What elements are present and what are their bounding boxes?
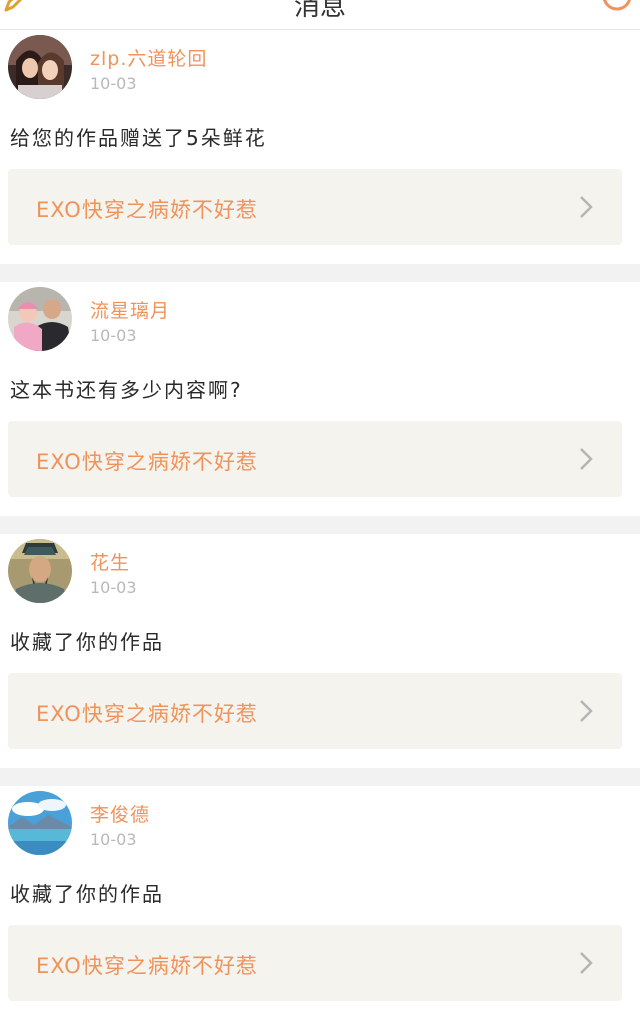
book-title: EXO快穿之病娇不好惹 xyxy=(36,702,258,726)
chevron-right-icon xyxy=(580,700,593,722)
page-title: 消息 xyxy=(293,0,346,22)
divider xyxy=(0,264,640,282)
book-link-card[interactable]: EXO快穿之病娇不好惹 xyxy=(8,169,622,245)
chevron-right-icon xyxy=(580,196,593,218)
message-text: 收藏了你的作品 xyxy=(10,882,164,906)
message-text: 这本书还有多少内容啊? xyxy=(10,378,243,402)
orange-circle-icon[interactable] xyxy=(602,0,632,14)
message-text: 收藏了你的作品 xyxy=(10,630,164,654)
timestamp: 10-03 xyxy=(90,326,137,345)
chevron-right-icon xyxy=(580,952,593,974)
message-text: 给您的作品赠送了5朵鲜花 xyxy=(10,126,267,150)
book-title: EXO快穿之病娇不好惹 xyxy=(36,450,258,474)
book-link-card[interactable]: EXO快穿之病娇不好惹 xyxy=(8,421,622,497)
message-item[interactable]: 流星璃月 10-03 这本书还有多少内容啊? EXO快穿之病娇不好惹 xyxy=(0,282,640,516)
message-item[interactable]: zlp.六道轮回 10-03 给您的作品赠送了5朵鲜花 EXO快穿之病娇不好惹 xyxy=(0,30,640,264)
message-feed: zlp.六道轮回 10-03 给您的作品赠送了5朵鲜花 EXO快穿之病娇不好惹 xyxy=(0,30,640,1020)
chevron-right-icon xyxy=(580,448,593,470)
message-page: 消息 zlp.六道轮回 10-03 给您的作品赠送了5朵鲜花 EXO快穿之病娇不… xyxy=(0,0,640,1035)
book-link-card[interactable]: EXO快穿之病娇不好惹 xyxy=(8,925,622,1001)
username[interactable]: 花生 xyxy=(90,548,130,575)
book-title: EXO快穿之病娇不好惹 xyxy=(36,954,258,978)
username[interactable]: zlp.六道轮回 xyxy=(90,44,207,71)
avatar[interactable] xyxy=(8,539,72,603)
avatar[interactable] xyxy=(8,791,72,855)
message-item[interactable]: 李俊德 10-03 收藏了你的作品 EXO快穿之病娇不好惹 xyxy=(0,786,640,1020)
timestamp: 10-03 xyxy=(90,830,137,849)
timestamp: 10-03 xyxy=(90,578,137,597)
avatar[interactable] xyxy=(8,35,72,99)
timestamp: 10-03 xyxy=(90,74,137,93)
book-link-card[interactable]: EXO快穿之病娇不好惹 xyxy=(8,673,622,749)
message-item[interactable]: 花生 10-03 收藏了你的作品 EXO快穿之病娇不好惹 xyxy=(0,534,640,768)
divider xyxy=(0,768,640,786)
book-title: EXO快穿之病娇不好惹 xyxy=(36,198,258,222)
divider xyxy=(0,516,640,534)
username[interactable]: 流星璃月 xyxy=(90,296,170,323)
username[interactable]: 李俊德 xyxy=(90,800,150,827)
top-bar: 消息 xyxy=(0,0,640,30)
avatar[interactable] xyxy=(8,287,72,351)
